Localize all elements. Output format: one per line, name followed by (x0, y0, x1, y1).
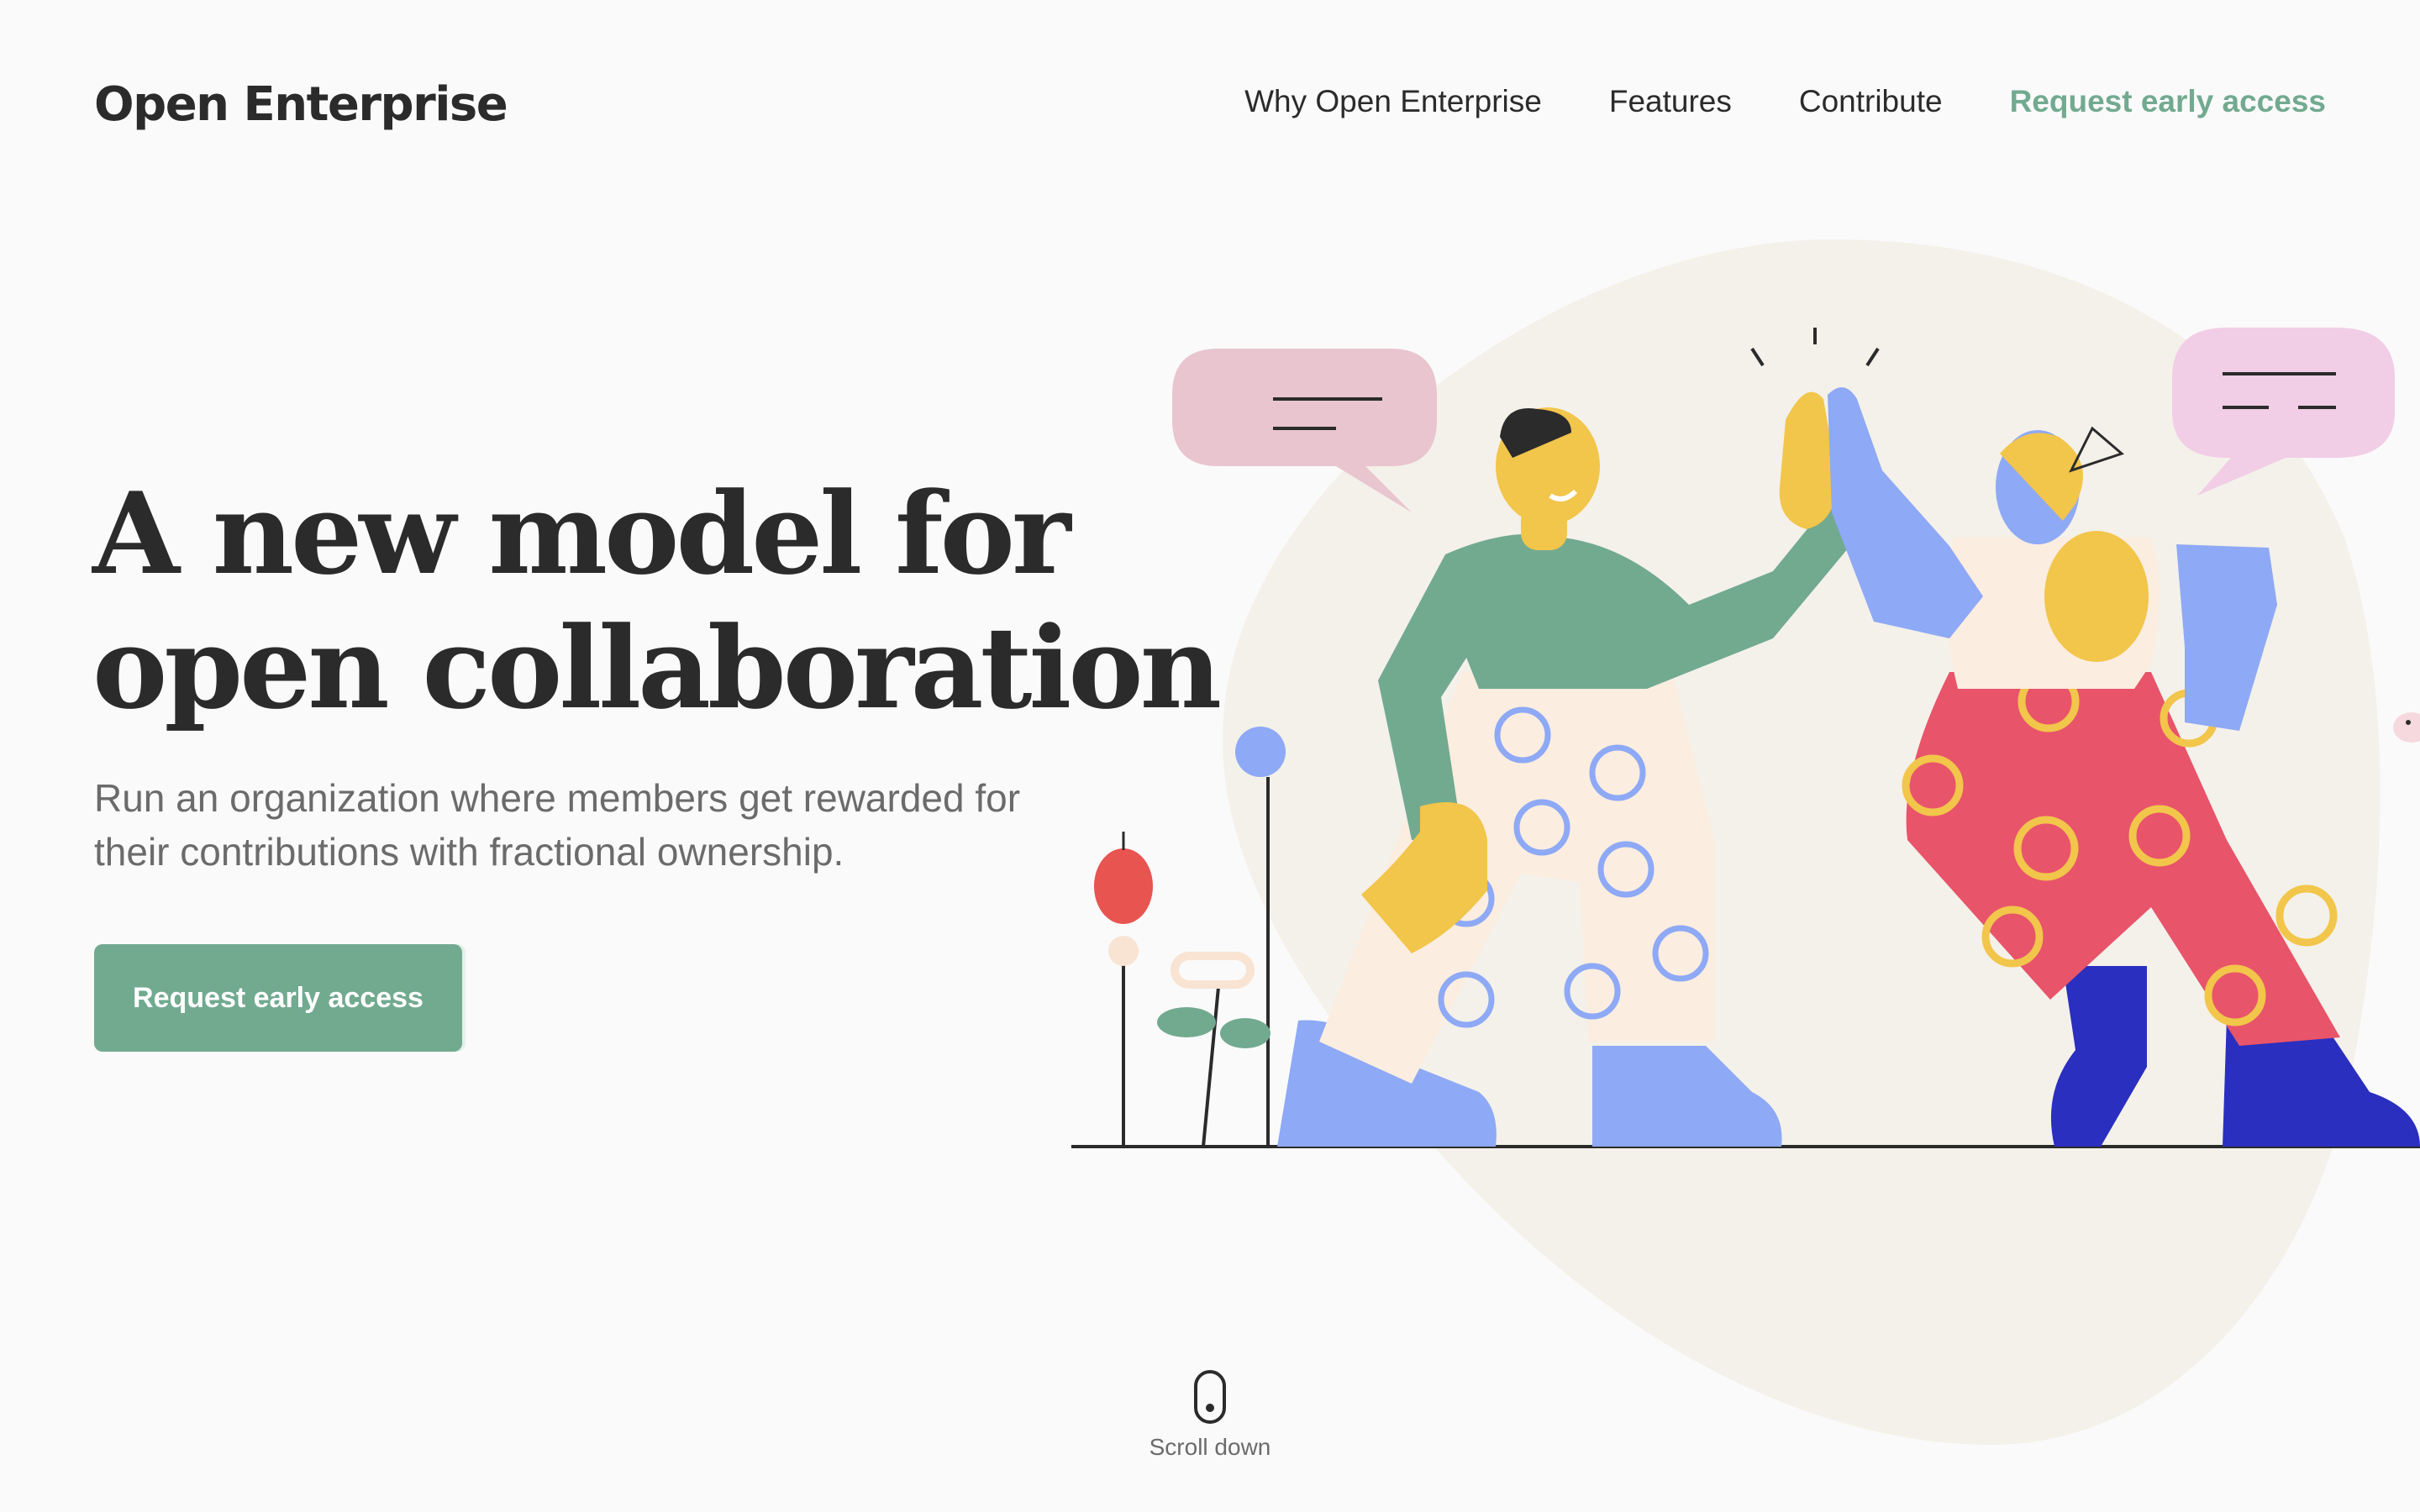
site-logo[interactable]: Open Enterprise (94, 77, 508, 132)
hero-subtitle: Run an organization where members get re… (94, 771, 1119, 879)
headline-line-1: A new model for (92, 467, 1071, 600)
main-nav: Why Open Enterprise Features Contribute … (1244, 84, 2326, 119)
bird-icon (2393, 712, 2420, 743)
mouse-icon (1194, 1370, 1226, 1424)
subtitle-line-1: Run an organization where members get re… (94, 776, 1021, 820)
subtitle-line-2: their contributions with fractional owne… (94, 830, 844, 874)
scroll-down-label: Scroll down (1149, 1434, 1271, 1460)
request-early-access-button[interactable]: Request early access (94, 944, 462, 1052)
hero-headline: A new model for open collaboration (92, 466, 1222, 735)
high-five-illustration (1071, 239, 2420, 1445)
nav-why-open-enterprise[interactable]: Why Open Enterprise (1244, 84, 1542, 119)
nav-request-early-access[interactable]: Request early access (2010, 84, 2326, 119)
nav-contribute[interactable]: Contribute (1799, 84, 1943, 119)
scroll-down-indicator[interactable]: Scroll down (1126, 1369, 1294, 1461)
nav-features[interactable]: Features (1609, 84, 1732, 119)
headline-line-2: open collaboration (92, 601, 1222, 734)
